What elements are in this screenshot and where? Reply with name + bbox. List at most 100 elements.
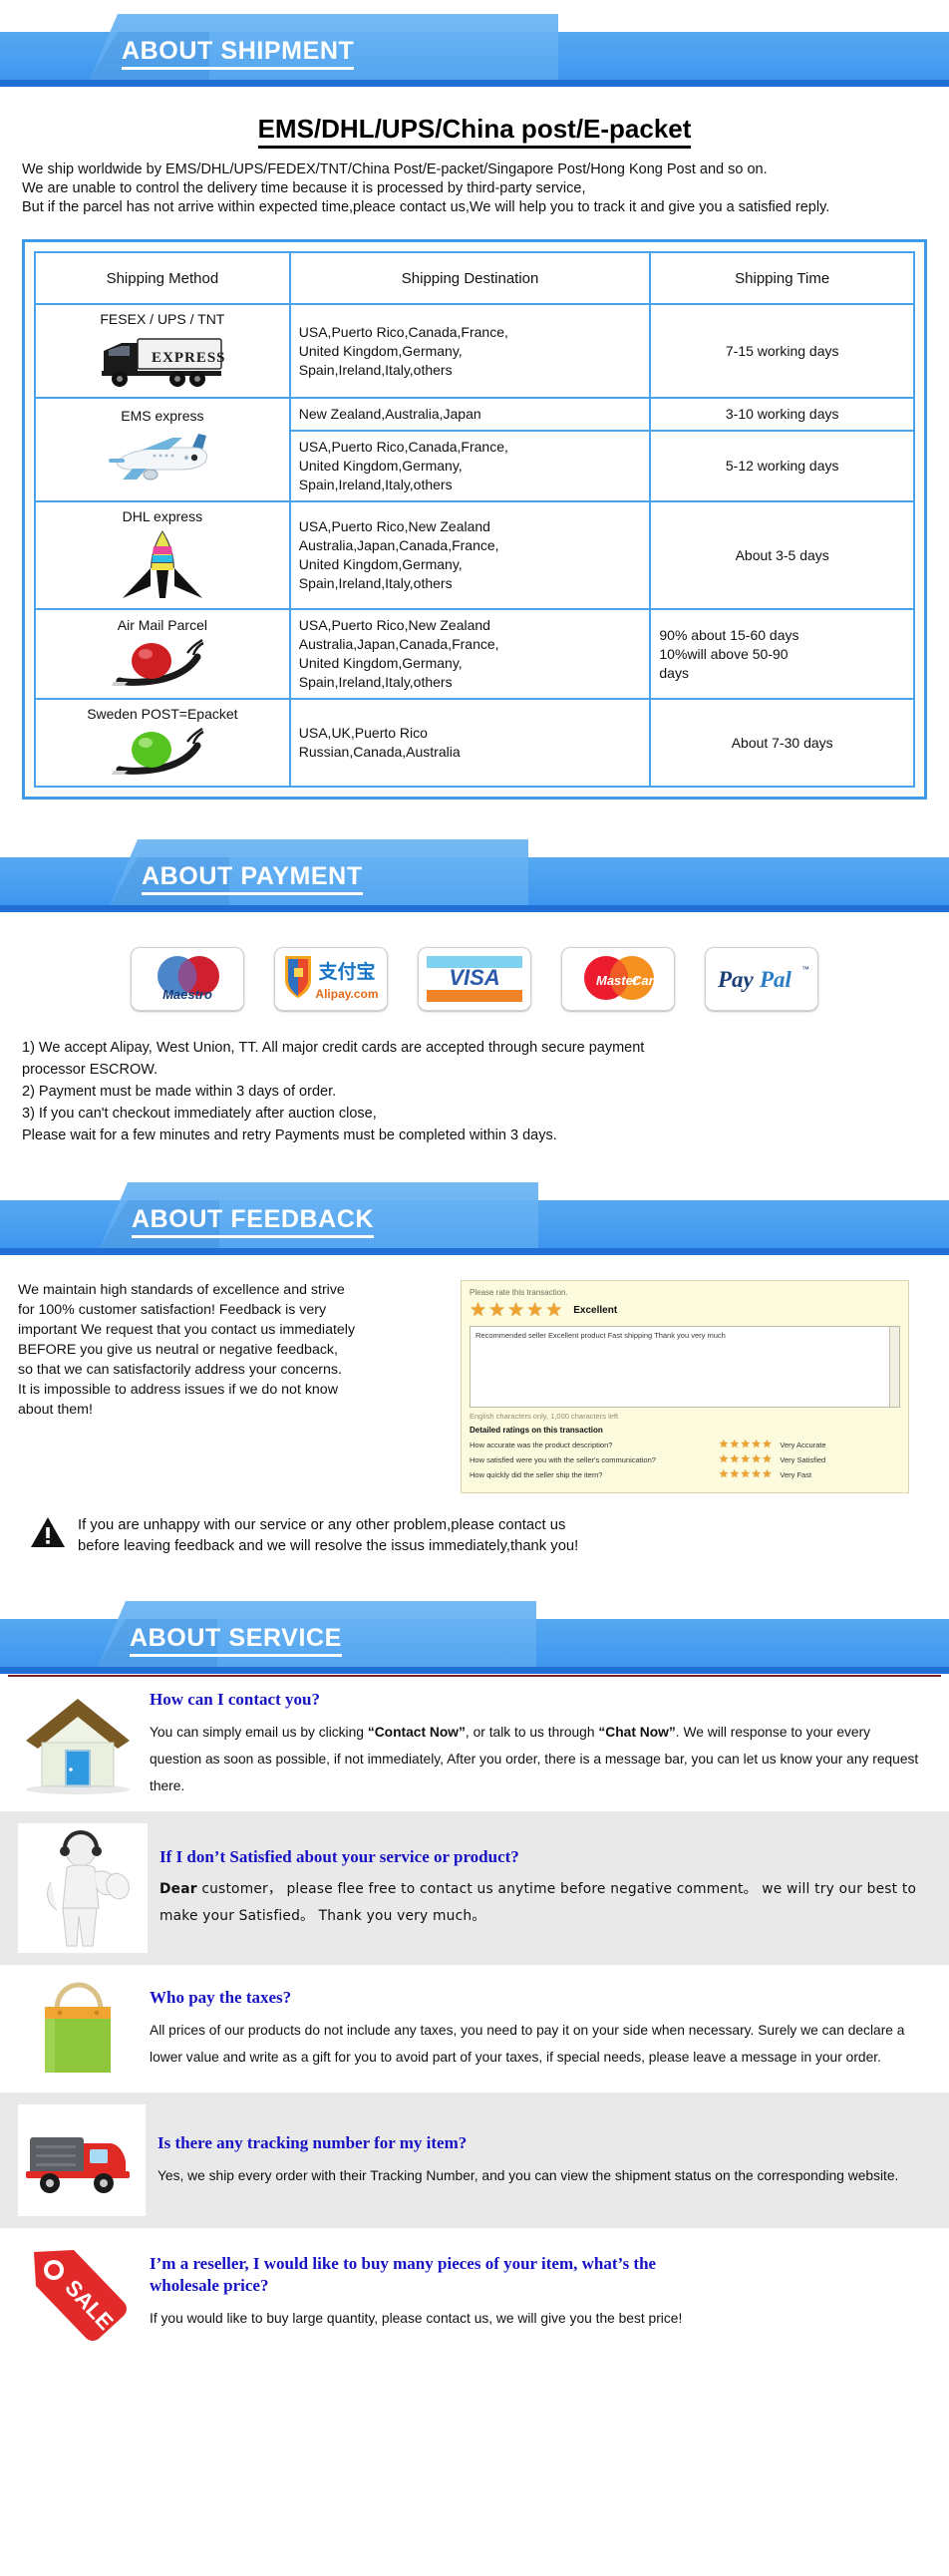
star-icon: ★ xyxy=(729,1453,740,1465)
detailed-ratings-header: Detailed ratings on this transaction xyxy=(470,1426,603,1435)
detail-rating-row: How satisfied were you with the seller's… xyxy=(470,1454,900,1465)
service-question: Is there any tracking number for my item… xyxy=(158,2132,468,2152)
sale-tag-icon: SALE xyxy=(18,2240,138,2344)
feedback-row: We maintain high standards of excellence… xyxy=(18,1280,931,1493)
banner-underline xyxy=(0,1248,949,1255)
service-item-contact: How can I contact you? You can simply em… xyxy=(0,1677,949,1811)
shipment-title-text: EMS/DHL/UPS/China post/E-packet xyxy=(257,114,692,149)
star-icon: ★ xyxy=(719,1453,729,1465)
rating-question: How accurate was the product description… xyxy=(470,1441,613,1449)
svg-text:支付宝: 支付宝 xyxy=(317,960,375,983)
th-shipping-method: Shipping Method xyxy=(34,251,291,305)
banner-label-feedback: ABOUT FEEDBACK xyxy=(132,1205,375,1238)
answer-part: customer， please flee free to contact us… xyxy=(159,1881,917,1924)
red-snail-icon xyxy=(111,638,204,686)
table-row: Air Mail Parcel USA,Puerto Rico,New Zeal… xyxy=(34,608,915,700)
answer-part: You can simply email us by clicking xyxy=(150,1725,368,1740)
service-item-satisfaction: If I don’t Satisfied about your service … xyxy=(0,1811,949,1965)
table-row: DHL express USA,Puerto Rico,New Zealand … xyxy=(34,500,915,610)
mastercard-logo-icon: Master Card xyxy=(561,947,675,1011)
star-icon: ★ xyxy=(762,1439,773,1450)
service-body: Who pay the taxes? All prices of our pro… xyxy=(150,1987,949,2071)
answer-part: , or talk to us through xyxy=(465,1725,599,1740)
rate-prompt: Please rate this transaction. xyxy=(470,1288,568,1297)
scrollbar[interactable] xyxy=(889,1327,899,1407)
service-item-tracking: Is there any tracking number for my item… xyxy=(0,2093,949,2228)
star-icon: ★ xyxy=(488,1300,506,1321)
cell-time: About 3-5 days xyxy=(649,500,915,610)
star-icon: ★ xyxy=(729,1468,740,1480)
star-icon: ★ xyxy=(729,1439,740,1450)
service-answer: Yes, we ship every order with their Trac… xyxy=(158,2162,898,2189)
cell-destination: New Zealand,Australia,Japan xyxy=(288,397,652,432)
cell-destination: USA,Puerto Rico,Canada,France, United Ki… xyxy=(288,430,652,502)
service-answer: If you would like to buy large quantity,… xyxy=(150,2305,708,2332)
rocket-icon xyxy=(122,530,202,598)
cell-time: 7-15 working days xyxy=(649,303,915,399)
delivery-truck-icon xyxy=(18,2104,146,2216)
cell-destination: USA,Puerto Rico,Canada,France, United Ki… xyxy=(288,303,652,399)
cell-destination: USA,UK,Puerto Rico Russian,Canada,Austra… xyxy=(288,698,652,788)
alipay-logo-icon: 支付宝 Alipay.com xyxy=(274,947,388,1011)
cell-destination: USA,Puerto Rico,New Zealand Australia,Ja… xyxy=(288,500,652,610)
star-icon: ★ xyxy=(740,1439,751,1450)
service-body: If I don’t Satisfied about your service … xyxy=(159,1846,949,1930)
banner-about-shipment: ABOUT SHIPMENT xyxy=(0,14,949,88)
cell-method-fesex: FESEX / UPS / TNT EXPRESS xyxy=(34,303,291,399)
shipping-table-frame: Shipping Method Shipping Destination Shi… xyxy=(22,239,927,800)
svg-text:Alipay.com: Alipay.com xyxy=(315,987,378,1001)
feedback-text: We maintain high standards of excellence… xyxy=(18,1282,356,1418)
rating-stars-small: ★ ★ ★ ★ ★ xyxy=(719,1440,772,1450)
star-icon: ★ xyxy=(507,1300,525,1321)
visa-logo-icon: VISA xyxy=(418,947,531,1011)
banner-label-shipment: ABOUT SHIPMENT xyxy=(122,37,355,70)
table-header-row: Shipping Method Shipping Destination Shi… xyxy=(34,251,915,305)
star-icon: ★ xyxy=(751,1453,762,1465)
feedback-warning-text: If you are unhappy with our service or a… xyxy=(78,1517,579,1554)
answer-part: Yes, we ship every order with their Trac… xyxy=(158,2167,899,2183)
table-row: FESEX / UPS / TNT EXPRESS USA,Puerto Ric… xyxy=(34,303,915,399)
cell-destination: USA,Puerto Rico,New Zealand Australia,Ja… xyxy=(288,608,652,700)
method-name: DHL express xyxy=(122,508,203,524)
cell-time: About 7-30 days xyxy=(649,698,915,788)
service-body: How can I contact you? You can simply em… xyxy=(150,1689,949,1799)
service-question: If I don’t Satisfied about your service … xyxy=(159,1847,519,1866)
answer-part-bold: “Chat Now” xyxy=(598,1725,676,1740)
banner-underline xyxy=(0,80,949,87)
star-icon: ★ xyxy=(719,1439,729,1450)
payment-logos: Maestro 支付宝 Alipay.com VISA Master Card … xyxy=(0,947,949,1011)
rating-value: Very Fast xyxy=(780,1470,812,1479)
maestro-logo-icon: Maestro xyxy=(131,947,244,1011)
service-answer: You can simply email us by clicking “Con… xyxy=(150,1719,919,1799)
th-shipping-time: Shipping Time xyxy=(649,251,915,305)
feedback-screenshot: Please rate this transaction. ★ ★ ★ ★ ★ … xyxy=(461,1280,909,1493)
star-icon: ★ xyxy=(545,1300,563,1321)
star-icon: ★ xyxy=(740,1453,751,1465)
service-item-wholesale: SALE I’m a reseller, I would like to buy… xyxy=(0,2228,949,2404)
rating-question: How satisfied were you with the seller's… xyxy=(470,1455,656,1464)
star-icon: ★ xyxy=(470,1300,487,1321)
method-name: FESEX / UPS / TNT xyxy=(100,311,225,327)
table-row: EMS express New Zealand,Australia,Japan … xyxy=(34,397,915,502)
support-person-icon xyxy=(18,1823,148,1953)
banner-underline xyxy=(0,1667,949,1674)
rating-value: Very Accurate xyxy=(780,1441,826,1449)
paypal-logo-icon: Pay Pal ™ xyxy=(705,947,818,1011)
airplane-icon xyxy=(108,434,207,481)
svg-text:Pay: Pay xyxy=(717,967,755,992)
green-snail-icon xyxy=(111,727,204,775)
banner-label-service: ABOUT SERVICE xyxy=(130,1624,342,1657)
service-body: I’m a reseller, I would like to buy many… xyxy=(150,2253,738,2332)
service-body: Is there any tracking number for my item… xyxy=(158,2132,928,2189)
star-icon: ★ xyxy=(719,1468,729,1480)
cell-method-sweden: Sweden POST=Epacket xyxy=(34,698,291,788)
rating-stars-small: ★ ★ ★ ★ ★ xyxy=(719,1469,772,1480)
rating-question: How quickly did the seller ship the item… xyxy=(470,1470,603,1479)
rating-stars: ★ ★ ★ ★ ★ Excellent xyxy=(470,1301,900,1320)
star-icon: ★ xyxy=(526,1300,544,1321)
detail-rating-row: How accurate was the product description… xyxy=(470,1440,900,1450)
rating-value: Very Satisfied xyxy=(780,1455,826,1464)
star-icon: ★ xyxy=(751,1439,762,1450)
banner-about-service: ABOUT SERVICE xyxy=(0,1601,949,1675)
svg-text:™: ™ xyxy=(801,965,809,974)
